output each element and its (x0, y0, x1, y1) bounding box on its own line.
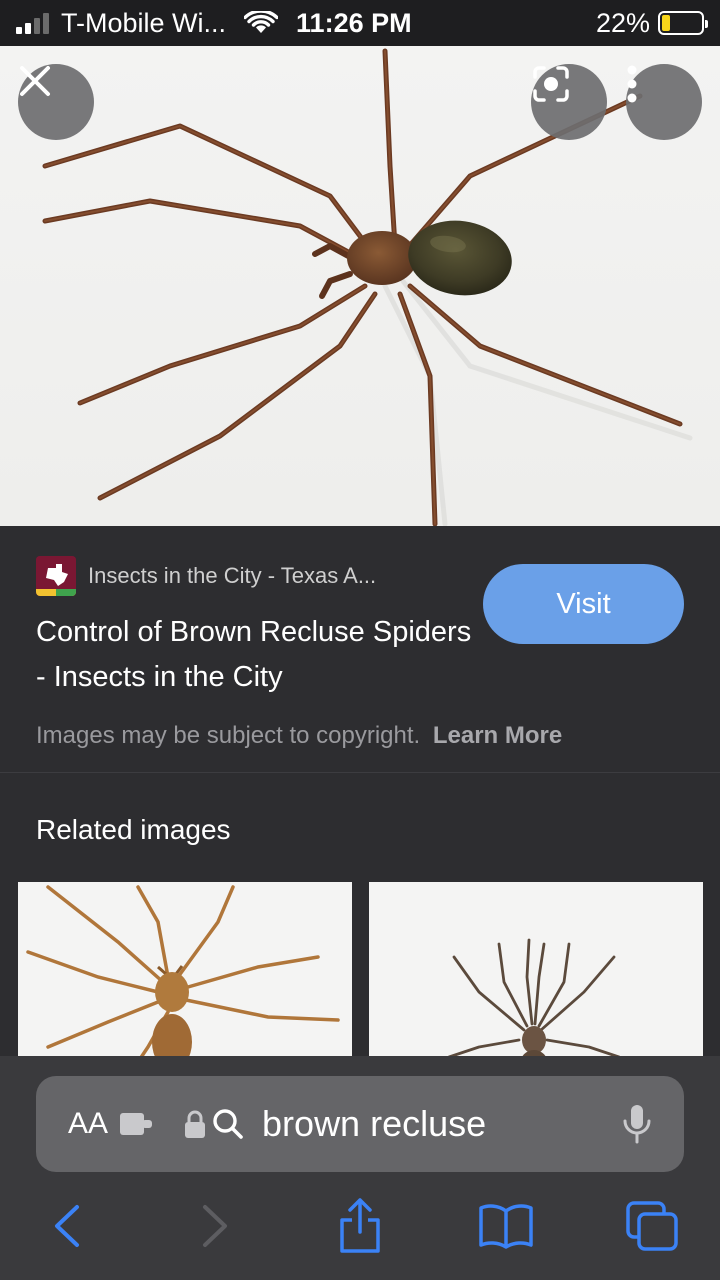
lock-icon (185, 1110, 206, 1138)
battery-icon (658, 11, 708, 35)
back-icon (55, 1205, 79, 1247)
learn-more-link[interactable]: Learn More (433, 722, 562, 749)
search-query[interactable]: brown recluse (262, 1103, 622, 1145)
spider-image (42, 48, 693, 526)
share-button[interactable] (330, 1196, 390, 1256)
bookmarks-button[interactable] (476, 1196, 536, 1256)
forward-icon (203, 1205, 227, 1247)
source-row[interactable]: Insects in the City - Texas A... (36, 556, 376, 596)
result-info-panel: Insects in the City - Texas A... Control… (0, 526, 720, 772)
search-icon (213, 1109, 243, 1139)
battery-level (662, 15, 671, 31)
divider (0, 772, 720, 773)
related-image-2[interactable] (369, 882, 703, 1062)
battery-percent: 22% (595, 7, 650, 38)
microphone-icon[interactable] (622, 1103, 652, 1145)
more-options-button[interactable] (626, 64, 702, 140)
more-options-icon (627, 65, 637, 103)
reader-settings-button[interactable]: AA (68, 1107, 108, 1141)
address-bar[interactable]: AA brown recluse (36, 1076, 684, 1172)
visit-button[interactable]: Visit (483, 564, 684, 644)
close-icon (20, 66, 50, 96)
copyright-text: Images may be subject to copyright. (36, 722, 421, 749)
text-size-label: AA (68, 1107, 109, 1140)
lens-button[interactable] (531, 64, 607, 140)
tabs-button[interactable] (622, 1196, 682, 1256)
tabs-icon (626, 1201, 678, 1251)
signal-icon (16, 12, 49, 34)
wifi-icon (244, 11, 279, 33)
related-images-heading: Related images (36, 814, 231, 845)
extension-icon[interactable] (120, 1111, 154, 1137)
clock: 11:26 PM (296, 7, 412, 38)
carrier-name: T-Mobile Wi... (61, 7, 227, 38)
copyright-notice: Images may be subject to copyright. Lear… (36, 722, 562, 750)
related-image-1[interactable] (18, 882, 352, 1062)
result-image[interactable] (0, 46, 720, 526)
lens-search-icon (533, 66, 569, 102)
source-name: Insects in the City - Texas A... (88, 563, 377, 588)
close-button[interactable] (18, 64, 94, 140)
status-bar: T-Mobile Wi... 11:26 PM 22% (0, 0, 720, 46)
bookmarks-icon (479, 1204, 533, 1249)
forward-button[interactable] (186, 1196, 246, 1256)
source-logo (36, 556, 76, 596)
screen: T-Mobile Wi... 11:26 PM 22% Insects in t… (0, 0, 720, 1280)
result-title[interactable]: Control of Brown Recluse Spiders - Insec… (36, 610, 476, 700)
share-icon (340, 1198, 380, 1253)
back-button[interactable] (36, 1196, 96, 1256)
